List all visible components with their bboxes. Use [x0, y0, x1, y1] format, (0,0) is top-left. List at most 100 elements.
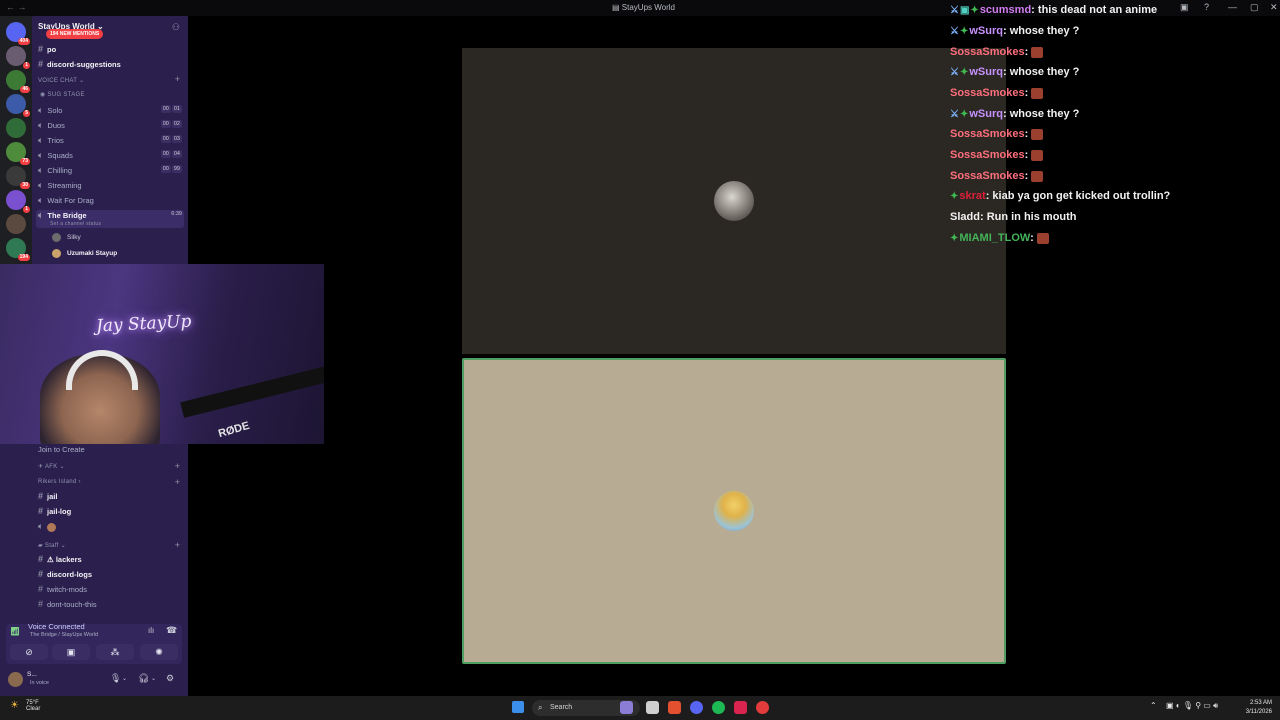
avatar	[52, 233, 61, 242]
stage-channel[interactable]: ◉ SUG STAGE	[40, 91, 85, 98]
headphones-icon[interactable]: 🎧︎	[138, 673, 149, 684]
start-button-icon[interactable]	[512, 701, 524, 713]
voice-channel-chilling[interactable]: 🔈︎ Chilling	[38, 165, 72, 176]
chevron-down-icon[interactable]: ⌄	[151, 675, 156, 682]
channel-count: 00 03	[160, 135, 182, 143]
channel-lackers[interactable]: # ⚠ lackers	[38, 554, 82, 564]
server-icon[interactable]: 5	[6, 94, 30, 117]
speaker-icon: 🔈︎	[38, 521, 44, 531]
chevron-down-icon[interactable]: ⌄	[122, 675, 127, 682]
minimize-button[interactable]: —	[1228, 2, 1237, 12]
tray-icons[interactable]: ▣ ◐ 🎙︎ ⚲ ▭ 🔊︎	[1166, 701, 1218, 711]
chat-message: SossaSmokes:	[950, 46, 1044, 58]
voice-member[interactable]: Uzumaki Stayup	[52, 249, 117, 258]
chat-message: Sladd: Run in his mouth	[950, 211, 1077, 223]
voice-channel-squads[interactable]: 🔈︎ Squads	[38, 150, 73, 161]
channel-item[interactable]: # discord-suggestions	[38, 59, 121, 69]
channel-item[interactable]: # po	[38, 44, 56, 54]
channel-discord-logs[interactable]: # discord-logs	[38, 569, 92, 579]
nav-arrows-icon[interactable]: ← →	[6, 2, 27, 12]
text-channel-icon: #	[38, 491, 44, 501]
add-channel-icon[interactable]: +	[175, 477, 180, 487]
voice-channel-solo[interactable]: 🔈︎ Solo	[38, 105, 62, 116]
server-icon[interactable]	[6, 118, 26, 138]
chat-message: ⚔✦wSurq: whose they ?	[950, 25, 1080, 37]
clock[interactable]: 2:53 AM 3/11/2026	[1246, 699, 1272, 717]
user-name[interactable]: S...	[27, 671, 37, 678]
close-button[interactable]: ✕	[1270, 2, 1278, 13]
emote-icon	[1031, 46, 1044, 58]
camera-toggle-button[interactable]: ⊘	[10, 644, 48, 660]
browser-icon[interactable]	[668, 701, 681, 714]
obs-icon[interactable]	[756, 701, 769, 714]
weather-widget[interactable]: 75°F Clear	[26, 700, 40, 712]
category-voice-chat[interactable]: VOICE CHAT ⌄	[38, 77, 84, 84]
channel-dont-touch[interactable]: # dont-touch-this	[38, 599, 97, 609]
video-tile[interactable]	[462, 48, 1006, 354]
adobe-icon[interactable]	[734, 701, 747, 714]
new-mentions-badge[interactable]: 194 NEW MENTIONS	[46, 29, 104, 39]
channel-twitch-mods[interactable]: # twitch-mods	[38, 584, 87, 594]
call-timer: 6:39	[171, 211, 182, 217]
participant-avatar[interactable]	[714, 491, 754, 531]
microphone-arm	[180, 366, 324, 418]
server-icon[interactable]: 1	[6, 46, 30, 69]
sword-badge-icon: ⚔	[950, 5, 959, 16]
discord-icon[interactable]	[690, 701, 703, 714]
screen-share-button[interactable]: ▣	[52, 644, 90, 660]
join-to-create-channel[interactable]: Join to Create	[38, 445, 85, 454]
disconnect-icon[interactable]: ☎︎	[166, 625, 177, 636]
maximize-button[interactable]: ▢	[1250, 2, 1259, 13]
channel-jail[interactable]: # jail	[38, 491, 57, 501]
sword-badge-icon: ⚔	[950, 67, 959, 78]
home-server-icon[interactable]: 404	[6, 22, 30, 45]
server-icon[interactable]	[6, 214, 26, 234]
file-explorer-icon[interactable]	[646, 701, 659, 714]
add-member-icon[interactable]: ⚇	[172, 22, 180, 33]
avatar[interactable]	[8, 672, 23, 687]
server-icon[interactable]: 73	[6, 142, 30, 165]
vip-badge-icon: ✦	[959, 26, 969, 37]
server-icon[interactable]: 194	[6, 238, 30, 261]
voice-channel[interactable]: 🔈︎	[38, 521, 62, 532]
tray-overflow-icon[interactable]: ⌃	[1150, 701, 1157, 710]
voice-connected-label[interactable]: Voice Connected	[28, 622, 85, 631]
server-icon[interactable]: 1	[6, 190, 30, 213]
add-channel-icon[interactable]: +	[175, 540, 180, 550]
server-icon[interactable]: 46	[6, 70, 30, 93]
add-channel-icon[interactable]: +	[175, 74, 180, 84]
inbox-icon[interactable]: ▣	[1180, 2, 1189, 13]
sword-badge-icon: ⚔	[950, 26, 959, 37]
voice-channel-streaming[interactable]: 🔈︎ Streaming	[38, 180, 82, 191]
noise-suppression-icon[interactable]: ılı	[148, 626, 154, 635]
chat-message: ✦MIAMI_TLOW:	[950, 232, 1049, 244]
user-status: In voice	[30, 680, 49, 686]
category-afk[interactable]: ✈ AFK ⌄	[38, 463, 65, 470]
emote-icon	[1036, 232, 1049, 244]
add-channel-icon[interactable]: +	[175, 461, 180, 471]
voice-channel-wait[interactable]: 🔈︎ Wait For Drag	[38, 195, 94, 206]
voice-channel-trios[interactable]: 🔈︎ Trios	[38, 135, 64, 146]
category-rikers[interactable]: Rikers Island ›	[38, 479, 81, 485]
voice-channel-path[interactable]: The Bridge / StayUps World	[30, 632, 98, 638]
text-channel-icon: #	[38, 44, 44, 54]
voice-channel-duos[interactable]: 🔈︎ Duos	[38, 120, 65, 131]
voice-member[interactable]: Silky	[52, 233, 81, 242]
video-tile-speaking[interactable]	[462, 358, 1006, 664]
weather-icon[interactable]: ☀	[10, 700, 19, 711]
participant-avatar[interactable]	[714, 181, 754, 221]
taskbar-app-icon[interactable]	[620, 701, 633, 714]
soundboard-button[interactable]: ✺	[140, 644, 178, 660]
gear-icon[interactable]: ⚙	[166, 673, 174, 684]
category-staff[interactable]: ▰ Staff ⌄	[38, 542, 66, 549]
channel-status[interactable]: Set a channel status	[50, 221, 101, 227]
chat-message: ⚔▣✦scumsmd: this dead not an anime	[950, 4, 1158, 16]
channel-jail-log[interactable]: # jail-log	[38, 506, 71, 516]
help-icon[interactable]: ?	[1204, 2, 1209, 12]
spotify-icon[interactable]	[712, 701, 725, 714]
activities-button[interactable]: ⁂	[96, 644, 134, 660]
channel-count: 00 99	[160, 165, 182, 173]
mic-brand: RØDE	[216, 419, 251, 441]
server-icon[interactable]: 30	[6, 166, 30, 189]
microphone-icon[interactable]: 🎙︎	[110, 673, 121, 684]
